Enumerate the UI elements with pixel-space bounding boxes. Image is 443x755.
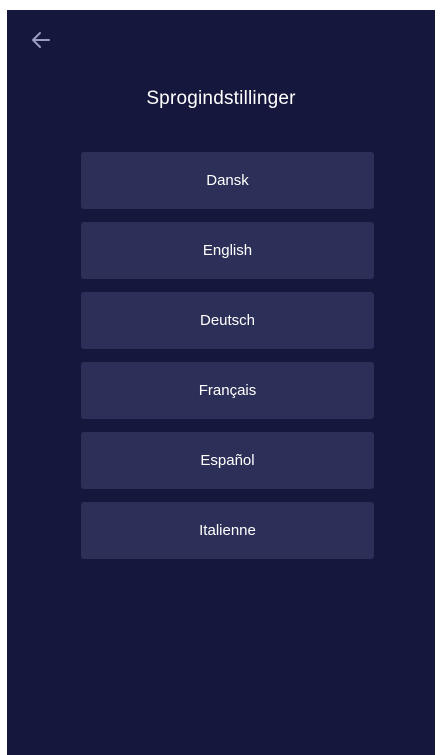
- language-option-italienne[interactable]: Italienne: [81, 502, 374, 559]
- language-option-francais[interactable]: Français: [81, 362, 374, 419]
- page-title: Sprogindstillinger: [146, 88, 296, 109]
- language-option-english[interactable]: English: [81, 222, 374, 279]
- back-button[interactable]: [27, 26, 55, 54]
- language-option-dansk[interactable]: Dansk: [81, 152, 374, 209]
- language-option-deutsch[interactable]: Deutsch: [81, 292, 374, 349]
- language-list: Dansk English Deutsch Français Español I…: [81, 152, 374, 572]
- arrow-left-icon: [32, 32, 50, 48]
- language-option-espanol[interactable]: Español: [81, 432, 374, 489]
- language-settings-screen: Sprogindstillinger Dansk English Deutsch…: [7, 10, 435, 755]
